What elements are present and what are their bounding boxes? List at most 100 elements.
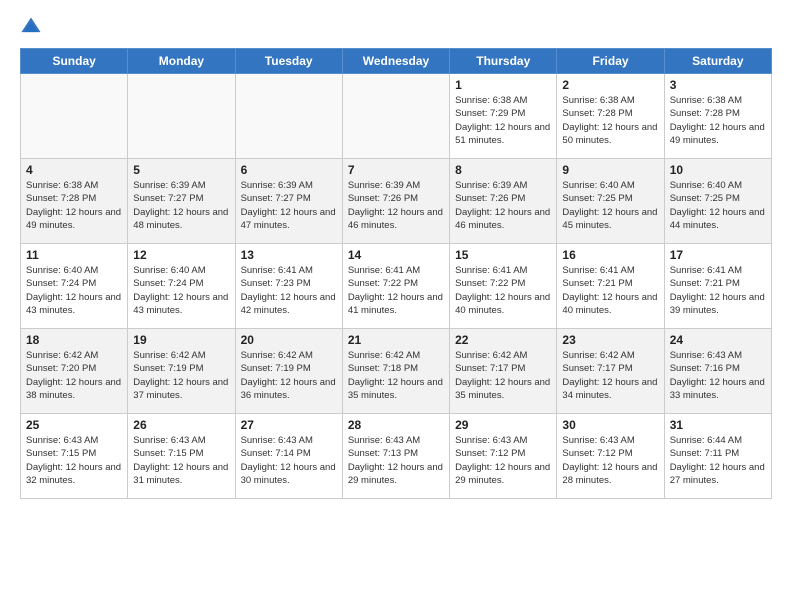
day-number: 30 (562, 418, 658, 432)
day-header-wednesday: Wednesday (342, 49, 449, 74)
calendar-cell: 14 Sunrise: 6:41 AMSunset: 7:22 PMDayligh… (342, 244, 449, 329)
day-info: Sunrise: 6:42 AMSunset: 7:19 PMDaylight:… (241, 349, 337, 402)
calendar-cell: 27 Sunrise: 6:43 AMSunset: 7:14 PMDayligh… (235, 414, 342, 499)
day-info: Sunrise: 6:42 AMSunset: 7:17 PMDaylight:… (562, 349, 658, 402)
day-info: Sunrise: 6:40 AMSunset: 7:25 PMDaylight:… (562, 179, 658, 232)
day-info: Sunrise: 6:43 AMSunset: 7:12 PMDaylight:… (562, 434, 658, 487)
day-header-thursday: Thursday (450, 49, 557, 74)
day-info: Sunrise: 6:41 AMSunset: 7:23 PMDaylight:… (241, 264, 337, 317)
calendar-cell: 18 Sunrise: 6:42 AMSunset: 7:20 PMDayligh… (21, 329, 128, 414)
day-info: Sunrise: 6:41 AMSunset: 7:21 PMDaylight:… (670, 264, 766, 317)
day-number: 31 (670, 418, 766, 432)
day-header-monday: Monday (128, 49, 235, 74)
day-number: 16 (562, 248, 658, 262)
day-header-saturday: Saturday (664, 49, 771, 74)
calendar-week-row: 25 Sunrise: 6:43 AMSunset: 7:15 PMDayligh… (21, 414, 772, 499)
day-number: 14 (348, 248, 444, 262)
calendar-cell: 31Sunrise: 6:44 AMSunset: 7:11 PMDayligh… (664, 414, 771, 499)
calendar-cell: 8 Sunrise: 6:39 AMSunset: 7:26 PMDaylight… (450, 159, 557, 244)
calendar-cell: 16Sunrise: 6:41 AMSunset: 7:21 PMDayligh… (557, 244, 664, 329)
day-info: Sunrise: 6:40 AMSunset: 7:25 PMDaylight:… (670, 179, 766, 232)
day-number: 23 (562, 333, 658, 347)
day-number: 28 (348, 418, 444, 432)
calendar-cell: 23 Sunrise: 6:42 AMSunset: 7:17 PMDayligh… (557, 329, 664, 414)
day-number: 20 (241, 333, 337, 347)
day-info: Sunrise: 6:43 AMSunset: 7:15 PMDaylight:… (133, 434, 229, 487)
day-info: Sunrise: 6:40 AMSunset: 7:24 PMDaylight:… (26, 264, 122, 317)
calendar-cell (21, 74, 128, 159)
day-info: Sunrise: 6:43 AMSunset: 7:15 PMDaylight:… (26, 434, 122, 487)
calendar-cell: 3Sunrise: 6:38 AMSunset: 7:28 PMDaylight… (664, 74, 771, 159)
day-header-tuesday: Tuesday (235, 49, 342, 74)
day-header-friday: Friday (557, 49, 664, 74)
day-info: Sunrise: 6:38 AMSunset: 7:28 PMDaylight:… (26, 179, 122, 232)
calendar-cell: 9 Sunrise: 6:40 AMSunset: 7:25 PMDaylight… (557, 159, 664, 244)
calendar-cell: 21Sunrise: 6:42 AMSunset: 7:18 PMDayligh… (342, 329, 449, 414)
calendar-cell (235, 74, 342, 159)
day-info: Sunrise: 6:39 AMSunset: 7:26 PMDaylight:… (455, 179, 551, 232)
day-number: 5 (133, 163, 229, 177)
day-number: 9 (562, 163, 658, 177)
day-number: 12 (133, 248, 229, 262)
day-number: 17 (670, 248, 766, 262)
calendar-cell: 19 Sunrise: 6:42 AMSunset: 7:19 PMDayligh… (128, 329, 235, 414)
calendar-cell: 4 Sunrise: 6:38 AMSunset: 7:28 PMDaylight… (21, 159, 128, 244)
calendar-week-row: 1 Sunrise: 6:38 AMSunset: 7:29 PMDaylight… (21, 74, 772, 159)
calendar-cell: 1 Sunrise: 6:38 AMSunset: 7:29 PMDaylight… (450, 74, 557, 159)
day-number: 7 (348, 163, 444, 177)
day-number: 27 (241, 418, 337, 432)
day-info: Sunrise: 6:41 AMSunset: 7:22 PMDaylight:… (348, 264, 444, 317)
calendar-cell: 6Sunrise: 6:39 AMSunset: 7:27 PMDaylight… (235, 159, 342, 244)
calendar-cell: 29Sunrise: 6:43 AMSunset: 7:12 PMDayligh… (450, 414, 557, 499)
calendar-table: SundayMondayTuesdayWednesdayThursdayFrid… (20, 48, 772, 499)
day-number: 11 (26, 248, 122, 262)
day-header-sunday: Sunday (21, 49, 128, 74)
day-number: 25 (26, 418, 122, 432)
calendar-week-row: 11 Sunrise: 6:40 AMSunset: 7:24 PMDayligh… (21, 244, 772, 329)
day-number: 4 (26, 163, 122, 177)
day-number: 10 (670, 163, 766, 177)
day-number: 24 (670, 333, 766, 347)
logo (20, 16, 46, 38)
day-info: Sunrise: 6:42 AMSunset: 7:19 PMDaylight:… (133, 349, 229, 402)
header (20, 16, 772, 38)
calendar-cell: 2 Sunrise: 6:38 AMSunset: 7:28 PMDaylight… (557, 74, 664, 159)
calendar-cell: 24 Sunrise: 6:43 AMSunset: 7:16 PMDayligh… (664, 329, 771, 414)
day-number: 13 (241, 248, 337, 262)
day-number: 6 (241, 163, 337, 177)
calendar-cell: 10 Sunrise: 6:40 AMSunset: 7:25 PMDayligh… (664, 159, 771, 244)
day-info: Sunrise: 6:43 AMSunset: 7:14 PMDaylight:… (241, 434, 337, 487)
day-number: 2 (562, 78, 658, 92)
day-info: Sunrise: 6:43 AMSunset: 7:16 PMDaylight:… (670, 349, 766, 402)
calendar-cell (342, 74, 449, 159)
day-number: 18 (26, 333, 122, 347)
day-number: 26 (133, 418, 229, 432)
day-info: Sunrise: 6:39 AMSunset: 7:27 PMDaylight:… (133, 179, 229, 232)
day-info: Sunrise: 6:43 AMSunset: 7:13 PMDaylight:… (348, 434, 444, 487)
day-number: 19 (133, 333, 229, 347)
calendar-cell: 5 Sunrise: 6:39 AMSunset: 7:27 PMDaylight… (128, 159, 235, 244)
day-info: Sunrise: 6:42 AMSunset: 7:18 PMDaylight:… (348, 349, 444, 402)
calendar-week-row: 4 Sunrise: 6:38 AMSunset: 7:28 PMDaylight… (21, 159, 772, 244)
day-info: Sunrise: 6:38 AMSunset: 7:28 PMDaylight:… (562, 94, 658, 147)
day-number: 15 (455, 248, 551, 262)
calendar-cell: 12Sunrise: 6:40 AMSunset: 7:24 PMDayligh… (128, 244, 235, 329)
calendar-week-row: 18 Sunrise: 6:42 AMSunset: 7:20 PMDayligh… (21, 329, 772, 414)
day-number: 1 (455, 78, 551, 92)
calendar-cell: 7Sunrise: 6:39 AMSunset: 7:26 PMDaylight… (342, 159, 449, 244)
calendar-cell: 30 Sunrise: 6:43 AMSunset: 7:12 PMDayligh… (557, 414, 664, 499)
day-number: 29 (455, 418, 551, 432)
day-info: Sunrise: 6:42 AMSunset: 7:17 PMDaylight:… (455, 349, 551, 402)
day-info: Sunrise: 6:42 AMSunset: 7:20 PMDaylight:… (26, 349, 122, 402)
day-info: Sunrise: 6:41 AMSunset: 7:22 PMDaylight:… (455, 264, 551, 317)
calendar-header-row: SundayMondayTuesdayWednesdayThursdayFrid… (21, 49, 772, 74)
day-info: Sunrise: 6:38 AMSunset: 7:29 PMDaylight:… (455, 94, 551, 147)
calendar-cell: 28 Sunrise: 6:43 AMSunset: 7:13 PMDayligh… (342, 414, 449, 499)
day-number: 22 (455, 333, 551, 347)
day-number: 8 (455, 163, 551, 177)
page: SundayMondayTuesdayWednesdayThursdayFrid… (0, 0, 792, 515)
calendar-cell: 26 Sunrise: 6:43 AMSunset: 7:15 PMDayligh… (128, 414, 235, 499)
day-info: Sunrise: 6:38 AMSunset: 7:28 PMDaylight:… (670, 94, 766, 147)
calendar-cell: 13 Sunrise: 6:41 AMSunset: 7:23 PMDayligh… (235, 244, 342, 329)
calendar-cell (128, 74, 235, 159)
